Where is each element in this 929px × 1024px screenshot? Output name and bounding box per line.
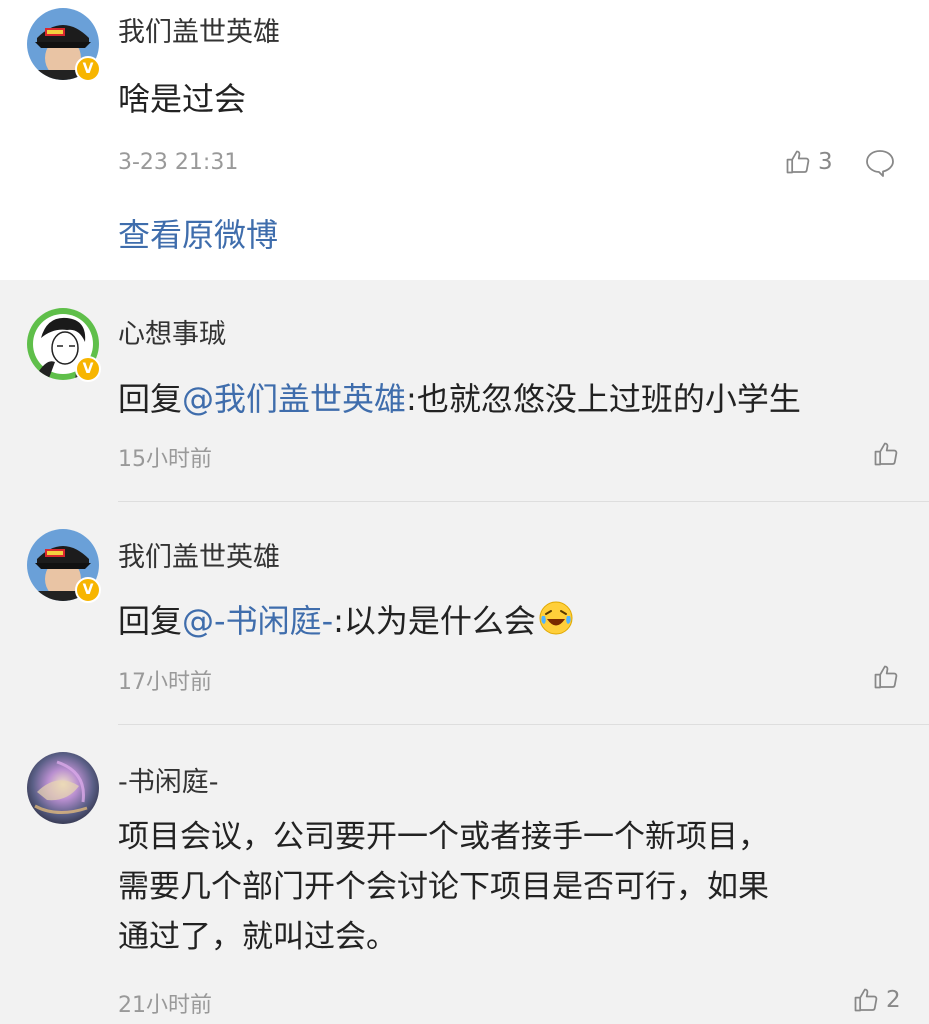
reply-text-line: 通过了，就叫过会。 — [118, 919, 397, 955]
view-original-weibo-link[interactable]: 查看原微博 — [118, 210, 278, 256]
avatar-image — [27, 752, 99, 824]
avatar[interactable]: V — [27, 308, 101, 382]
reply-author[interactable]: 我们盖世英雄 — [118, 535, 280, 574]
divider — [118, 724, 929, 725]
like-button[interactable]: 3 — [784, 148, 833, 176]
reply-text: 回复@-书闲庭-:以为是什么会 — [118, 596, 574, 642]
reply-text-line: 项目会议，公司要开一个或者接手一个新项目， — [118, 819, 769, 855]
reply-prefix: 回复 — [118, 380, 183, 418]
verified-badge-icon: V — [75, 577, 101, 603]
original-comment: V 我们盖世英雄 啥是过会 3-23 21:31 3 查看原微博 — [0, 0, 929, 280]
verified-badge-icon: V — [75, 56, 101, 82]
avatar[interactable]: V — [27, 529, 101, 603]
reply-time: 15小时前 — [118, 447, 212, 472]
like-button[interactable]: 2 — [852, 986, 901, 1014]
mention-link[interactable]: @-书闲庭- — [182, 602, 333, 640]
comment-button[interactable] — [864, 148, 896, 182]
like-count: 3 — [818, 149, 833, 175]
verified-badge-icon: V — [75, 356, 101, 382]
avatar[interactable]: V — [27, 8, 101, 82]
reply-time: 21小时前 — [118, 993, 212, 1018]
comment-icon — [866, 150, 894, 177]
divider — [118, 501, 929, 502]
reply-body: :以为是什么会 — [333, 602, 536, 640]
like-button[interactable] — [872, 663, 900, 691]
thumbs-up-icon — [874, 442, 898, 466]
reply-time: 17小时前 — [118, 670, 212, 695]
laughing-crying-emoji-icon — [539, 601, 573, 635]
like-count: 2 — [886, 987, 901, 1013]
reply-text: 项目会议，公司要开一个或者接手一个新项目， 需要几个部门开个会讨论下项目是否可行… — [118, 812, 769, 962]
thumbs-up-icon — [874, 665, 898, 689]
like-button[interactable] — [872, 440, 900, 468]
reply-prefix: 回复 — [118, 602, 183, 640]
comment-text: 啥是过会 — [118, 80, 247, 118]
avatar[interactable] — [27, 752, 99, 824]
comment-author[interactable]: 我们盖世英雄 — [118, 10, 280, 49]
comment-time: 3-23 21:31 — [118, 150, 239, 175]
mention-link[interactable]: @我们盖世英雄 — [182, 380, 406, 418]
reply-author[interactable]: 心想事珹 — [118, 312, 226, 351]
reply-author[interactable]: -书闲庭- — [118, 760, 219, 799]
thumbs-up-icon — [854, 988, 878, 1012]
thumbs-up-icon — [786, 150, 810, 174]
reply-body: :也就忽悠没上过班的小学生 — [406, 380, 801, 418]
reply-text: 回复@我们盖世英雄:也就忽悠没上过班的小学生 — [118, 374, 801, 420]
reply-text-line: 需要几个部门开个会讨论下项目是否可行，如果 — [118, 869, 769, 905]
